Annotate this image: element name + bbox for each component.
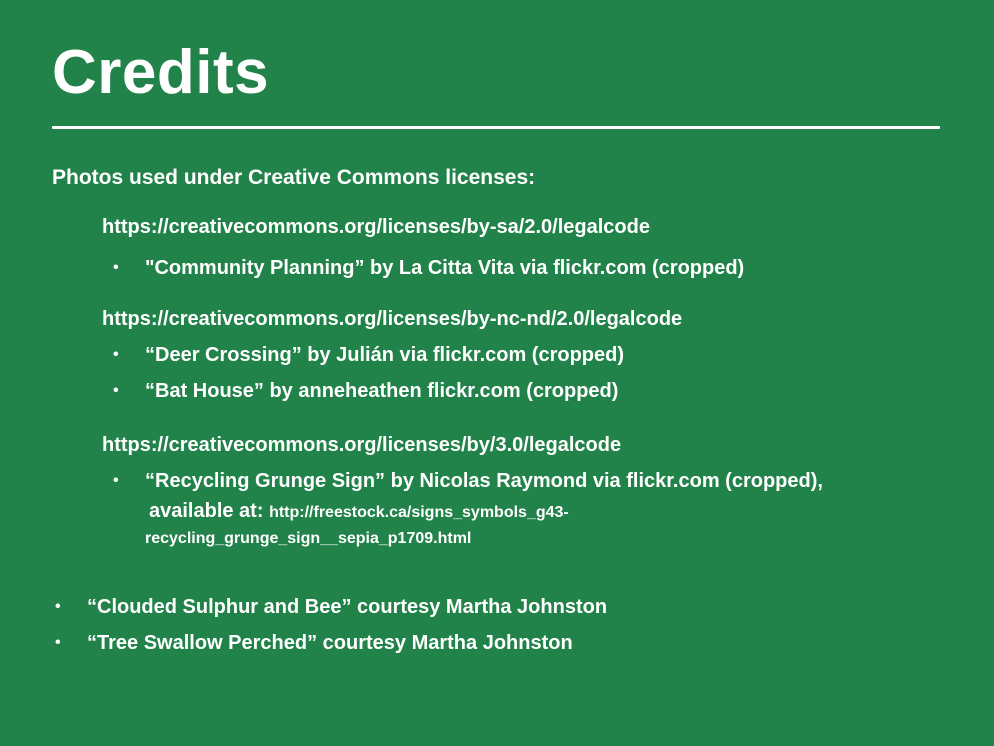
license-url-by-sa[interactable]: https://creativecommons.org/licenses/by-… [102, 214, 650, 240]
credit-text: “Recycling Grunge Sign” by Nicolas Raymo… [145, 470, 823, 492]
credit-text: “Bat House” by anneheathen flickr.com (c… [145, 380, 619, 402]
source-link-part2[interactable]: recycling_grunge_sign__sepia_p1709.html [145, 527, 471, 551]
source-link-part1[interactable]: http://freestock.ca/signs_symbols_g43- [269, 504, 569, 521]
credit-text: "Community Planning” by La Citta Vita vi… [145, 257, 745, 279]
credit-text: “Deer Crossing” by Julián via flickr.com… [145, 344, 625, 366]
title-divider [52, 126, 940, 129]
available-label: available at: [149, 500, 264, 522]
bullet-icon: • [113, 382, 119, 399]
license-url-by-nc-nd[interactable]: https://creativecommons.org/licenses/by-… [102, 306, 682, 332]
credit-continuation: available at: http://freestock.ca/signs_… [149, 498, 569, 526]
license-url-by[interactable]: https://creativecommons.org/licenses/by/… [102, 432, 621, 458]
bullet-icon: • [113, 259, 119, 276]
credit-text: “Clouded Sulphur and Bee” courtesy Marth… [87, 596, 608, 618]
bullet-icon: • [55, 598, 61, 615]
credit-text: “Tree Swallow Perched” courtesy Martha J… [87, 632, 573, 654]
slide-title: Credits [52, 38, 270, 107]
bullet-icon: • [55, 634, 61, 651]
licenses-heading: Photos used under Creative Commons licen… [52, 166, 536, 189]
bullet-icon: • [113, 346, 119, 363]
bullet-icon: • [113, 472, 119, 489]
